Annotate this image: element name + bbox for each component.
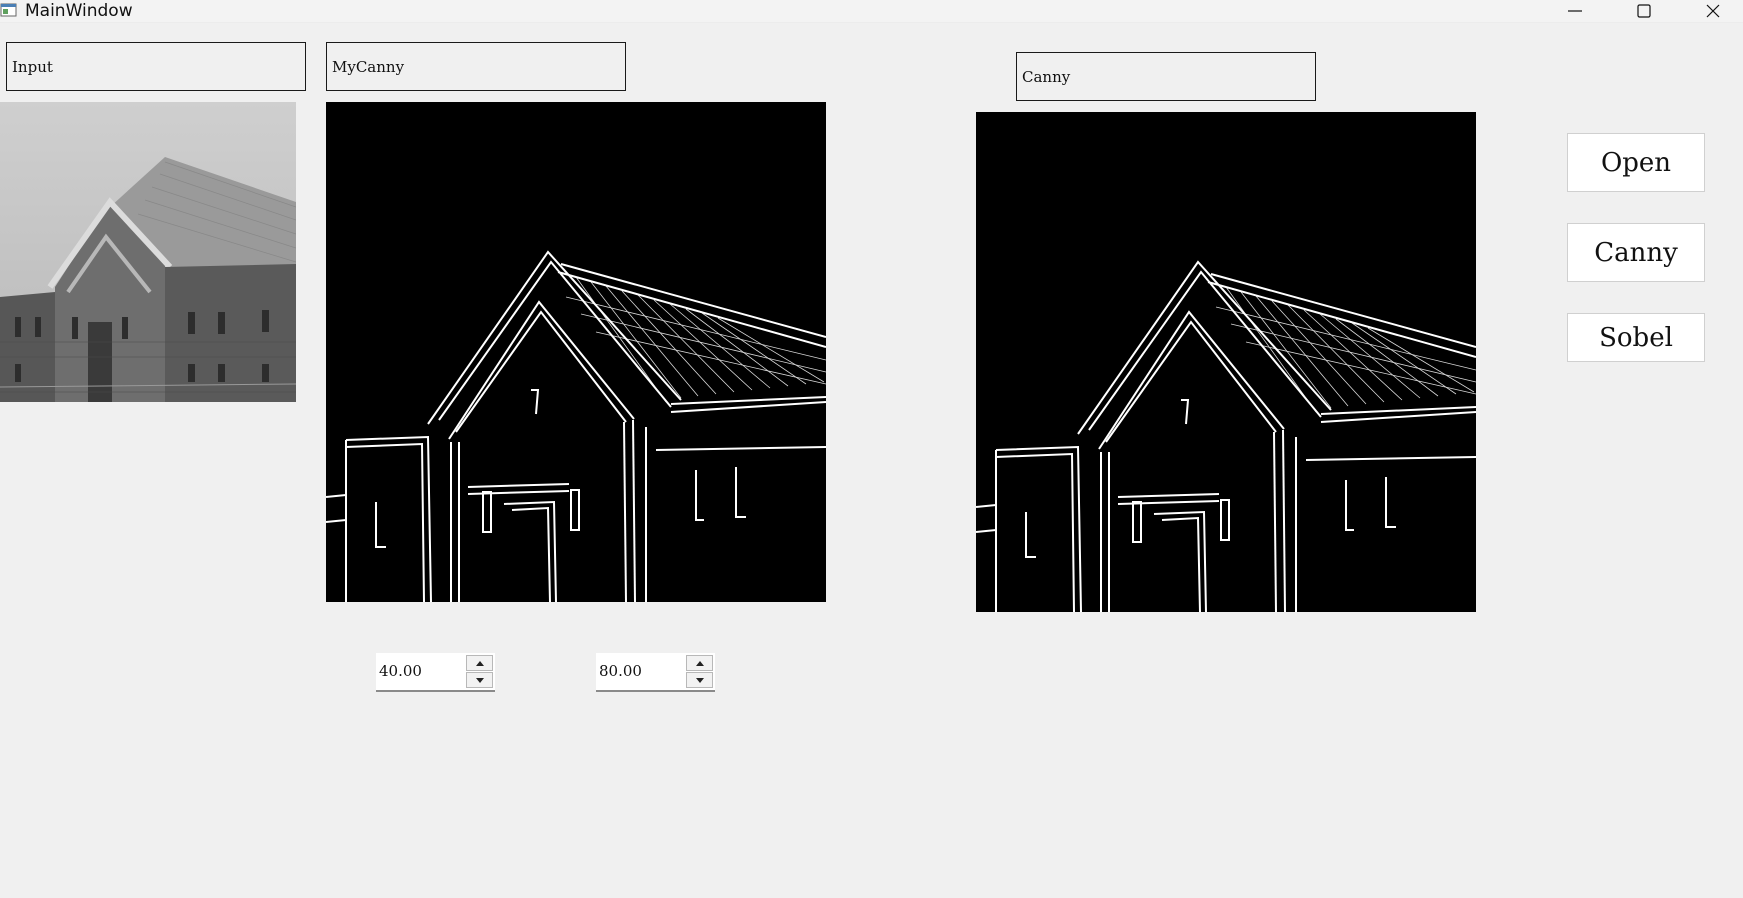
high-threshold-down-button[interactable] <box>686 672 713 688</box>
title-bar: MainWindow <box>0 0 1743 23</box>
arrow-up-icon <box>476 661 484 666</box>
canny-label: Canny <box>1016 52 1316 101</box>
mycanny-image <box>326 102 826 602</box>
arrow-down-icon <box>476 678 484 683</box>
maximize-icon <box>1637 4 1651 18</box>
input-image <box>0 102 296 402</box>
mycanny-label: MyCanny <box>326 42 626 91</box>
canny-button[interactable]: Canny <box>1567 223 1705 282</box>
arrow-up-icon <box>696 661 704 666</box>
minimize-icon <box>1568 10 1582 12</box>
close-button[interactable] <box>1690 0 1736 22</box>
window-title: MainWindow <box>25 1 133 21</box>
app-icon <box>0 3 17 17</box>
canny-image <box>976 112 1476 612</box>
low-threshold-up-button[interactable] <box>466 655 493 671</box>
high-threshold-value[interactable]: 80.00 <box>599 653 642 690</box>
high-threshold-up-button[interactable] <box>686 655 713 671</box>
low-threshold-value[interactable]: 40.00 <box>379 653 422 690</box>
low-threshold-spinbox[interactable]: 40.00 <box>376 653 495 692</box>
low-threshold-down-button[interactable] <box>466 672 493 688</box>
input-label: Input <box>6 42 306 91</box>
open-button[interactable]: Open <box>1567 133 1705 192</box>
maximize-button[interactable] <box>1621 0 1667 22</box>
close-icon <box>1706 4 1720 18</box>
sobel-button[interactable]: Sobel <box>1567 313 1705 362</box>
high-threshold-spinbox[interactable]: 80.00 <box>596 653 715 692</box>
arrow-down-icon <box>696 678 704 683</box>
minimize-button[interactable] <box>1552 0 1598 22</box>
